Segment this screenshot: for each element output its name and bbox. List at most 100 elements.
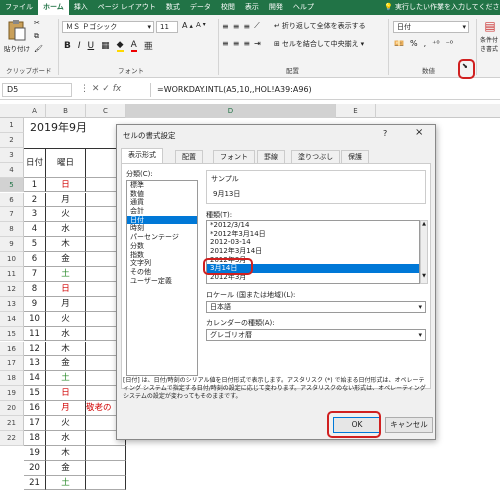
date-cell[interactable]: 2	[24, 192, 46, 208]
border-icon[interactable]: ▦	[101, 41, 110, 51]
orientation-icon[interactable]: ⟋	[254, 21, 260, 31]
row-header[interactable]: 17	[0, 356, 24, 372]
tab-1[interactable]: 配置	[175, 150, 203, 163]
weekday-cell[interactable]: 金	[46, 252, 86, 267]
bold-icon[interactable]: B	[64, 41, 71, 51]
category-item[interactable]: ユーザー定義	[127, 277, 197, 286]
row-header[interactable]: 20	[0, 401, 24, 416]
weekday-cell[interactable]: 日	[46, 386, 86, 402]
align-middle-icon[interactable]: ≡	[233, 22, 240, 31]
menu-0[interactable]: ファイル	[0, 0, 38, 15]
category-item[interactable]: 指数	[127, 251, 197, 260]
category-item[interactable]: 分数	[127, 242, 197, 251]
row-header[interactable]: 7	[0, 207, 24, 223]
copy-icon[interactable]: ⧉	[34, 32, 39, 41]
date-cell[interactable]: 6	[24, 252, 46, 267]
scroll-down-icon[interactable]: ▼	[421, 273, 427, 279]
row-header[interactable]: 4	[0, 162, 24, 178]
menu-6[interactable]: 校閲	[216, 0, 240, 15]
weekday-cell[interactable]: 火	[46, 416, 86, 431]
weekday-cell[interactable]: 日	[46, 177, 86, 193]
type-item[interactable]: *2012/3/14	[207, 221, 419, 230]
note-cell[interactable]	[86, 445, 126, 461]
row-header[interactable]: 12	[0, 281, 24, 297]
row-header[interactable]: 8	[0, 222, 24, 238]
weekday-cell[interactable]: 火	[46, 311, 86, 327]
row-header[interactable]: 19	[0, 386, 24, 402]
category-list[interactable]: 標準 数値 通貨 会計 日付 時刻 パーセンテージ 分数 指数 文字列 その他 ユーザー定義	[126, 180, 198, 376]
decrease-decimal-icon[interactable]: ⁻⁰	[446, 39, 453, 48]
row-header[interactable]: 16	[0, 341, 24, 357]
row-header[interactable]: 9	[0, 237, 24, 253]
row-header[interactable]: 14	[0, 311, 24, 327]
comma-icon[interactable]: ,	[424, 39, 427, 48]
tell-me-search[interactable]: 💡 実行したい作業を入力してください	[384, 0, 500, 15]
date-cell[interactable]: 12	[24, 341, 46, 357]
help-button[interactable]: ?	[383, 129, 387, 138]
tab-4[interactable]: 塗りつぶし	[291, 150, 341, 163]
cut-icon[interactable]: ✂	[34, 19, 40, 27]
weekday-cell[interactable]: 金	[46, 356, 86, 372]
column-header-B[interactable]: B	[46, 104, 86, 118]
column-header-D[interactable]: D	[126, 104, 336, 118]
column-header-A[interactable]: A	[24, 104, 46, 118]
font-name-combo[interactable]: ＭＳ Ｐゴシック ▾	[62, 21, 154, 33]
date-cell[interactable]: 15	[24, 386, 46, 402]
font-size-combo[interactable]: 11	[156, 21, 178, 33]
cancel-button[interactable]: キャンセル	[385, 417, 433, 433]
date-cell[interactable]: 21	[24, 475, 46, 491]
weekday-cell[interactable]: 月	[46, 401, 86, 416]
indent-icon[interactable]: ⇥	[254, 39, 261, 48]
format-painter-icon[interactable]: 🖌	[34, 45, 43, 53]
type-item[interactable]: 2012年3月14日	[207, 247, 419, 256]
tab-2[interactable]: フォント	[213, 150, 255, 163]
font-color-icon[interactable]: A	[130, 40, 137, 52]
date-cell[interactable]: 11	[24, 326, 46, 342]
category-item[interactable]: 通貨	[127, 198, 197, 207]
date-cell[interactable]: 14	[24, 371, 46, 387]
date-cell[interactable]: 17	[24, 416, 46, 431]
date-cell[interactable]: 19	[24, 445, 46, 461]
category-item[interactable]: 標準	[127, 181, 197, 190]
conditional-format-button[interactable]: ▤ 条件付き書式	[480, 19, 500, 53]
menu-3[interactable]: ページ レイアウト	[93, 0, 161, 15]
weekday-cell[interactable]: 木	[46, 445, 86, 461]
row-header[interactable]: 15	[0, 326, 24, 342]
weekday-cell[interactable]: 土	[46, 267, 86, 282]
calendar-select[interactable]: グレゴリオ暦 ▾	[206, 329, 426, 341]
percent-icon[interactable]: %	[410, 39, 418, 48]
row-header[interactable]: 13	[0, 296, 24, 312]
type-scrollbar[interactable]: ▲ ▼	[420, 220, 428, 284]
align-center-icon[interactable]: ≡	[233, 39, 240, 48]
date-cell[interactable]: 7	[24, 267, 46, 282]
weekday-cell[interactable]: 木	[46, 341, 86, 357]
note-cell[interactable]	[86, 475, 126, 491]
phonetic-icon[interactable]: 亜	[144, 39, 153, 52]
weekday-cell[interactable]: 土	[46, 371, 86, 387]
row-header[interactable]: 5	[0, 177, 24, 193]
fx-icon[interactable]: fx	[113, 84, 122, 94]
category-item[interactable]: その他	[127, 268, 197, 277]
weekday-cell[interactable]: 金	[46, 460, 86, 476]
weekday-cell[interactable]: 水	[46, 326, 86, 342]
column-header-E[interactable]: E	[336, 104, 376, 118]
align-bottom-icon[interactable]: ≡	[243, 22, 250, 31]
tab-0[interactable]: 表示形式	[121, 148, 163, 164]
align-left-icon[interactable]: ≡	[222, 39, 229, 48]
menu-4[interactable]: 数式	[161, 0, 185, 15]
formula-input[interactable]: =WORKDAY.INTL(A5,10,,HOL!A39:A96)	[150, 83, 498, 97]
number-format-combo[interactable]: 日付 ▾	[393, 21, 469, 33]
tab-3[interactable]: 罫線	[257, 150, 285, 163]
name-box[interactable]: D5	[2, 83, 72, 97]
date-cell[interactable]: 16	[24, 401, 46, 416]
row-header[interactable]: 10	[0, 252, 24, 267]
date-cell[interactable]: 4	[24, 222, 46, 238]
wrap-text-button[interactable]: ↵ 折り返して全体を表示する	[274, 21, 366, 31]
date-cell[interactable]: 8	[24, 281, 46, 297]
locale-select[interactable]: 日本語 ▾	[206, 301, 426, 313]
underline-icon[interactable]: U	[88, 41, 95, 51]
scroll-up-icon[interactable]: ▲	[421, 221, 427, 227]
cancel-icon[interactable]: ✕	[92, 84, 100, 94]
tab-5[interactable]: 保護	[341, 150, 369, 163]
menu-2[interactable]: 挿入	[69, 0, 93, 15]
